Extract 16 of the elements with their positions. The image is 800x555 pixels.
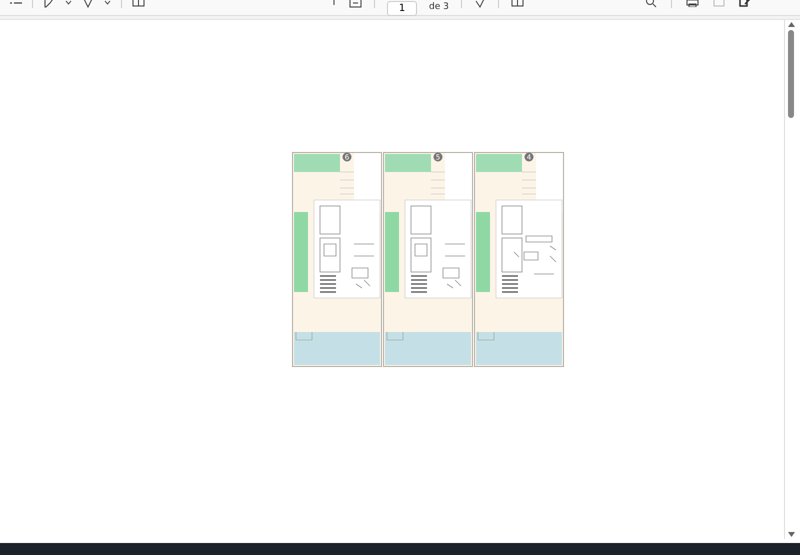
print-icon[interactable] <box>686 0 699 7</box>
scroll-up-icon[interactable] <box>788 22 794 27</box>
edit-icon[interactable] <box>739 0 752 7</box>
vertical-scrollbar[interactable] <box>784 20 797 539</box>
list-icon[interactable] <box>10 0 22 6</box>
page-count: de 3 <box>429 2 449 13</box>
scrollbar-thumb[interactable] <box>788 30 794 118</box>
page-number-field[interactable]: 1 <box>387 1 417 16</box>
caret-icon[interactable] <box>104 0 111 5</box>
scroll-down-icon[interactable] <box>788 532 794 537</box>
book-icon[interactable] <box>132 0 145 7</box>
search-icon[interactable] <box>645 0 657 8</box>
caret-icon[interactable] <box>65 0 72 5</box>
pen-icon[interactable] <box>43 0 55 8</box>
two-page-icon[interactable] <box>510 0 524 7</box>
fit-page-icon[interactable] <box>349 0 362 8</box>
